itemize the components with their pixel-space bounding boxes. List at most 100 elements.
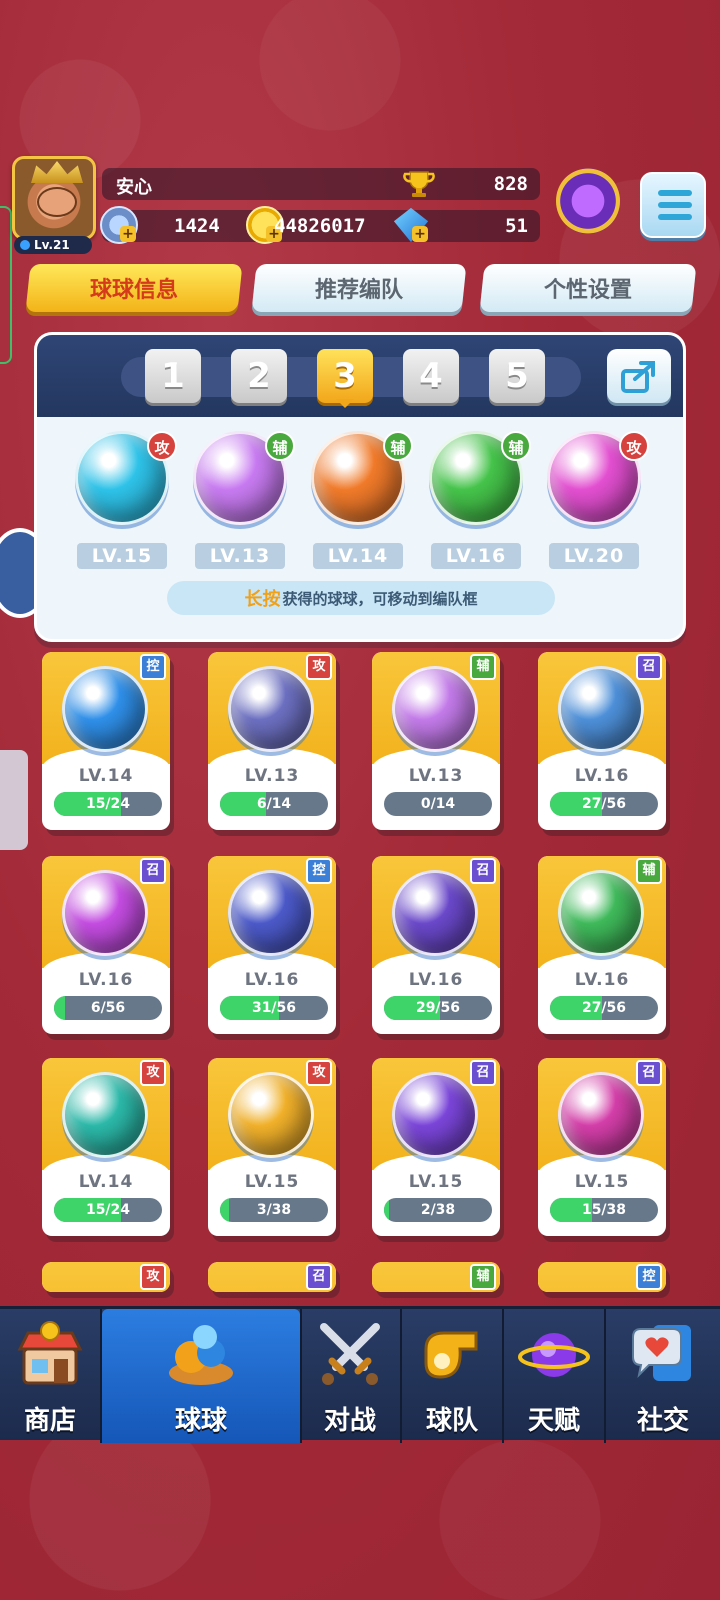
tab-label: 推荐编队: [314, 278, 403, 303]
nav-item-1[interactable]: 球球: [102, 1309, 300, 1443]
player-name-bar: 安心 828: [102, 168, 540, 200]
ball-card[interactable]: 召 LV.15 15/38: [538, 1058, 666, 1236]
ball-card[interactable]: 攻 LV.15 3/38: [208, 1058, 336, 1236]
type-tag: 辅: [636, 858, 662, 884]
ball-level: LV.16: [408, 970, 464, 990]
progress-text: 31/56: [251, 1000, 297, 1016]
ball-card[interactable]: 辅 LV.13 0/14: [372, 652, 500, 830]
trophy-score: 828: [493, 173, 528, 195]
people-orb-icon: [392, 666, 478, 752]
ball-card[interactable]: 控 LV.16 31/56: [208, 856, 336, 1034]
add-stars-button[interactable]: +: [120, 226, 136, 242]
slot-level: LV.13: [195, 543, 285, 569]
player-level: Lv.21: [34, 238, 70, 252]
type-tag: 辅: [265, 431, 295, 461]
team-2-button[interactable]: 2: [231, 349, 287, 403]
player-avatar[interactable]: [12, 156, 96, 240]
crown-icon: [31, 161, 83, 183]
tab-personal-settings[interactable]: 个性设置: [479, 264, 697, 312]
progress-bar: 15/24: [54, 792, 162, 816]
player-name: 安心: [116, 177, 152, 198]
type-tag: 控: [306, 858, 332, 884]
shuriken-orb-icon: [228, 1072, 314, 1158]
progress-text: 15/24: [85, 1202, 131, 1218]
gems-value: 51: [505, 215, 528, 237]
ball-card[interactable]: 攻 LV.13 6/14: [208, 652, 336, 830]
player-level-badge: Lv.21: [14, 236, 92, 254]
add-gems-button[interactable]: +: [412, 226, 428, 242]
team-slot[interactable]: 辅 LV.16: [421, 431, 531, 571]
team-5-button[interactable]: 5: [489, 349, 545, 403]
ball-level: LV.16: [244, 970, 300, 990]
progress-text: 2/38: [420, 1202, 456, 1218]
whistle-icon: [416, 1319, 488, 1389]
progress-bar: 29/56: [384, 996, 492, 1020]
ball-card[interactable]: 控: [538, 1262, 666, 1292]
ball-card[interactable]: 召 LV.15 2/38: [372, 1058, 500, 1236]
ball-level: LV.15: [244, 1172, 300, 1192]
menu-line-icon: [658, 214, 692, 220]
nav-item-5[interactable]: 社交: [606, 1309, 720, 1443]
progress-text: 15/38: [581, 1202, 627, 1218]
ball-card[interactable]: 召 LV.16 6/56: [42, 856, 170, 1034]
progress-bar: 3/38: [220, 1198, 328, 1222]
nav-item-2[interactable]: 对战: [300, 1309, 400, 1443]
progress-bar: 27/56: [550, 996, 658, 1020]
share-button[interactable]: [607, 349, 671, 403]
progress-bar: 31/56: [220, 996, 328, 1020]
team-slot[interactable]: 辅 LV.14: [303, 431, 413, 571]
type-tag: 辅: [501, 431, 531, 461]
type-tag: 攻: [147, 431, 177, 461]
ball-card[interactable]: 召 LV.16 29/56: [372, 856, 500, 1034]
share-icon: [621, 361, 655, 393]
side-panel-tab[interactable]: [0, 750, 28, 850]
rank-badge-icon[interactable]: [556, 168, 620, 234]
type-tag: 攻: [140, 1264, 166, 1290]
team-4-button[interactable]: 4: [403, 349, 459, 403]
nav-label: 对战: [323, 1406, 376, 1436]
ball-level: LV.16: [78, 970, 134, 990]
progress-bar: 2/38: [384, 1198, 492, 1222]
side-drawer-handle[interactable]: [0, 206, 12, 364]
ball-level: LV.14: [78, 1172, 134, 1192]
tab-recommended-team[interactable]: 推荐编队: [251, 264, 467, 312]
progress-bar: 27/56: [550, 792, 658, 816]
progress-bar: 6/56: [54, 996, 162, 1020]
chat-heart-icon: [627, 1319, 699, 1389]
resource-bar: + 1424 + 44826017 + 51: [100, 206, 540, 244]
progress-text: 6/14: [256, 796, 292, 812]
progress-text: 29/56: [415, 1000, 461, 1016]
progress-text: 27/56: [581, 796, 627, 812]
menu-button[interactable]: [640, 172, 706, 238]
nav-label: 天赋: [527, 1406, 580, 1436]
nav-item-0[interactable]: 商店: [0, 1309, 100, 1443]
ball-card[interactable]: 辅 LV.16 27/56: [538, 856, 666, 1034]
type-tag: 辅: [470, 654, 496, 680]
avatar-face: [37, 187, 77, 217]
ball-card[interactable]: 攻: [42, 1262, 170, 1292]
team-slot[interactable]: 攻 LV.20: [539, 431, 649, 571]
team-slot[interactable]: 攻 LV.15: [67, 431, 177, 571]
nav-item-4[interactable]: 天赋: [504, 1309, 604, 1443]
crossed-swords-icon: [314, 1319, 386, 1389]
planet-orb-icon: [392, 1072, 478, 1158]
ball-level: LV.15: [574, 1172, 630, 1192]
type-tag: 攻: [140, 1060, 166, 1086]
type-tag: 召: [470, 1060, 496, 1086]
progress-bar: 0/14: [384, 792, 492, 816]
team-3-button[interactable]: 3: [317, 349, 373, 408]
ball-card[interactable]: 控 LV.14 15/24: [42, 652, 170, 830]
team-slot[interactable]: 辅 LV.13: [185, 431, 295, 571]
ball-level: LV.16: [574, 970, 630, 990]
tab-ball-info[interactable]: 球球信息: [25, 264, 243, 312]
type-tag: 召: [636, 654, 662, 680]
ball-card[interactable]: 召 LV.16 27/56: [538, 652, 666, 830]
ball-card[interactable]: 攻 LV.14 15/24: [42, 1058, 170, 1236]
progress-text: 3/38: [256, 1202, 292, 1218]
ball-card[interactable]: 召: [208, 1262, 336, 1292]
balls-icon: [165, 1319, 237, 1389]
nav-item-3[interactable]: 球队: [402, 1309, 502, 1443]
ball-card[interactable]: 辅: [372, 1262, 500, 1292]
type-tag: 召: [470, 858, 496, 884]
team-1-button[interactable]: 1: [145, 349, 201, 403]
